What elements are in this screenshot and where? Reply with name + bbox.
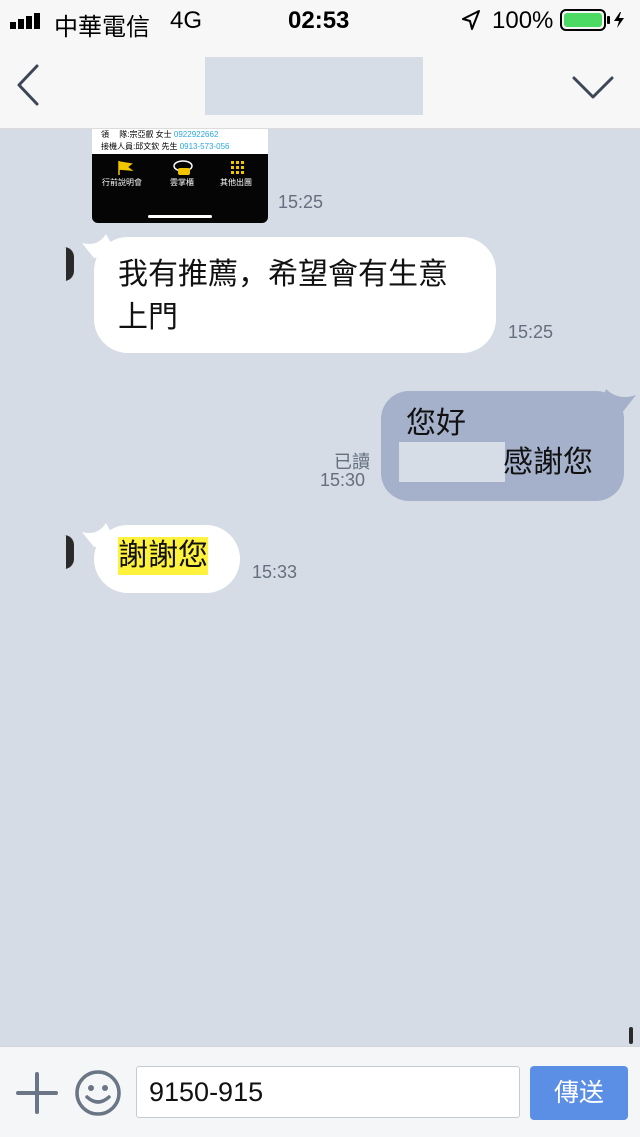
chat-header bbox=[0, 40, 640, 129]
battery-percent: 100% bbox=[492, 7, 554, 34]
emoji-icon[interactable] bbox=[74, 1069, 122, 1117]
grid-dots-icon bbox=[231, 161, 244, 174]
cloud-stack-icon bbox=[173, 160, 193, 175]
image-leader-label: 領 隊:宗亞叡 女士 bbox=[101, 130, 172, 139]
message-text-line1: 您好 bbox=[406, 406, 466, 441]
outgoing-message-bubble[interactable]: 您好 感謝您 bbox=[381, 391, 624, 501]
home-indicator bbox=[148, 215, 212, 218]
message-text-line2: 感謝您 bbox=[503, 445, 593, 480]
message-time: 15:30 bbox=[320, 470, 366, 490]
avatar[interactable] bbox=[64, 535, 74, 569]
image-pickup-label: 接機人員:邱文欽 先生 bbox=[101, 142, 178, 151]
avatar[interactable] bbox=[64, 247, 74, 281]
image-icon-label-other: 其他出團 bbox=[220, 178, 252, 187]
message-input[interactable] bbox=[136, 1066, 520, 1118]
chat-area[interactable]: 領 隊:宗亞叡 女士 0922922662 接機人員:邱文欽 先生 0913-5… bbox=[0, 129, 640, 1046]
message-text-line1: 我有推薦，希望會有生意 bbox=[118, 257, 448, 292]
incoming-message-bubble[interactable]: 謝謝您 bbox=[94, 525, 240, 593]
message-time: 15:33 bbox=[252, 562, 298, 582]
battery-icon bbox=[560, 9, 624, 31]
incoming-message-bubble[interactable]: 我有推薦，希望會有生意 上門 bbox=[94, 237, 496, 353]
image-icon-label-cloud: 雲掌櫃 bbox=[170, 178, 194, 187]
status-time: 02:53 bbox=[288, 7, 350, 34]
status-bar: 中華電信 4G 02:53 100% bbox=[0, 0, 640, 41]
image-icon-label-briefing: 行前說明會 bbox=[102, 178, 142, 187]
message-time: 15:25 bbox=[508, 322, 554, 342]
scrollbar[interactable] bbox=[629, 1027, 633, 1044]
signal-icon bbox=[10, 13, 40, 29]
image-info-panel: 領 隊:宗亞叡 女士 0922922662 接機人員:邱文欽 先生 0913-5… bbox=[92, 129, 268, 154]
image-leader-phone: 0922922662 bbox=[173, 130, 219, 139]
message-time: 15:25 bbox=[278, 192, 324, 212]
send-button[interactable]: 傳送 bbox=[530, 1066, 628, 1120]
flag-icon bbox=[118, 161, 134, 175]
message-text-line2: 上門 bbox=[118, 300, 178, 335]
location-arrow-icon bbox=[462, 10, 480, 30]
image-pickup-phone: 0913-573-056 bbox=[179, 142, 230, 151]
chevron-left-icon[interactable] bbox=[16, 64, 40, 106]
chat-title-redacted bbox=[205, 57, 423, 115]
image-message[interactable]: 領 隊:宗亞叡 女士 0922922662 接機人員:邱文欽 先生 0913-5… bbox=[92, 129, 268, 223]
carrier-label: 中華電信 bbox=[54, 14, 150, 41]
network-label: 4G bbox=[170, 7, 203, 34]
redacted-block bbox=[399, 442, 505, 482]
message-text: 謝謝您 bbox=[118, 537, 208, 575]
plus-icon[interactable] bbox=[16, 1072, 58, 1114]
input-bar: 傳送 bbox=[0, 1046, 640, 1137]
chevron-down-icon[interactable] bbox=[572, 75, 614, 101]
